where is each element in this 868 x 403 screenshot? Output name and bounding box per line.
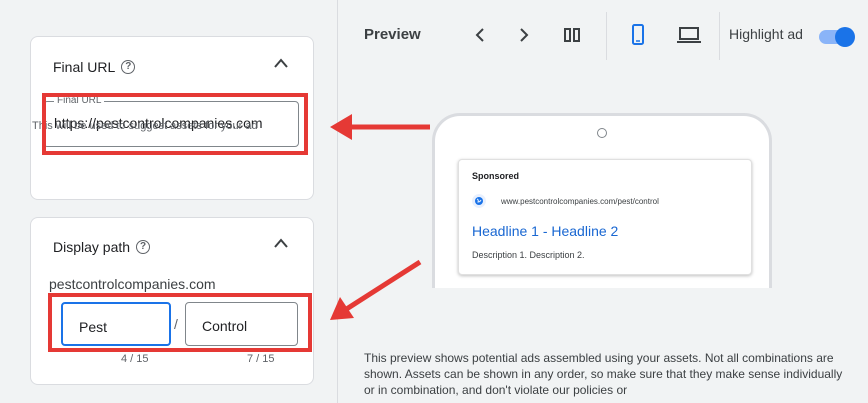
toggle-knob [835, 27, 855, 47]
preview-toolbar: Preview Highlight ad [339, 0, 868, 66]
chevron-left-icon[interactable] [469, 24, 491, 46]
highlight-ad-toggle[interactable] [817, 27, 855, 47]
columns-view-icon[interactable] [561, 24, 583, 46]
ad-description: Description 1. Description 2. [472, 250, 585, 260]
mobile-preview-frame: Sponsored www.pestcontrolcompanies.com/p… [432, 113, 772, 288]
help-circle-icon[interactable]: ? [121, 60, 136, 74]
path2-char-count: 7 / 15 [247, 353, 275, 365]
globe-icon [472, 194, 486, 208]
desktop-device-icon[interactable] [675, 24, 703, 46]
final-url-highlight-box [42, 93, 308, 155]
ad-preview-card: Sponsored www.pestcontrolcompanies.com/p… [458, 159, 752, 275]
display-domain: pestcontrolcompanies.com [49, 276, 216, 292]
ad-headline: Headline 1 - Headline 2 [472, 223, 619, 239]
chevron-right-icon[interactable] [513, 24, 535, 46]
toolbar-divider [606, 12, 607, 60]
ad-display-url: www.pestcontrolcompanies.com/pest/contro… [501, 197, 659, 206]
help-circle-icon[interactable]: ? [136, 240, 151, 254]
camera-dot [597, 128, 607, 138]
sponsored-label: Sponsored [472, 171, 520, 181]
display-path-title: Display path ? [53, 239, 151, 255]
chevron-up-icon[interactable] [273, 57, 289, 69]
mobile-device-icon[interactable] [627, 24, 649, 46]
chevron-up-icon[interactable] [273, 237, 289, 249]
display-path-highlight-box [48, 293, 312, 352]
final-url-title: Final URL ? [53, 59, 136, 75]
highlight-ad-label: Highlight ad [729, 26, 803, 42]
preview-title: Preview [364, 26, 421, 43]
path1-char-count: 4 / 15 [121, 353, 149, 365]
toolbar-divider [719, 12, 720, 60]
preview-disclaimer: This preview shows potential ads assembl… [364, 351, 843, 397]
preview-panel: Preview Highlight ad Sponsored www.pestc… [339, 0, 868, 403]
